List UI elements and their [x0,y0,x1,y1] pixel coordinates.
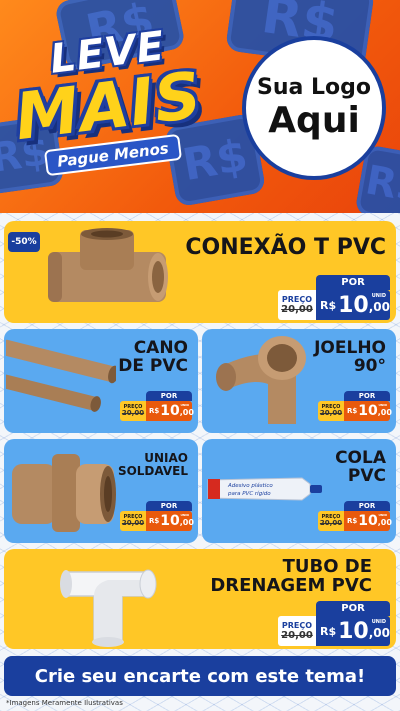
create-flyer-button[interactable]: Crie seu encarte com este tema! [4,656,396,696]
new-price-box: R$ 10 ,00 UNID [146,401,194,421]
currency: R$ [320,624,337,638]
price-integer: 10 [338,292,369,318]
promo-logo: LEVE MAIS Pague Menos [5,23,235,180]
old-price-box: PREÇO 20,00 [278,290,316,320]
pvc-union-icon [12,454,116,532]
product-title-line-2: PVC [347,465,386,486]
logo-line-2: Aqui [268,100,360,142]
por-label: POR [316,275,390,290]
old-price-box: PREÇO 20,00 [318,511,344,531]
unit-label: UNID [378,403,387,407]
product-title: TUBO DE DRENAGEM PVC [210,557,372,596]
product-title-line-2: DRENAGEM PVC [210,574,372,596]
product-title: CONEXÃO T PVC [185,235,386,260]
store-logo-placeholder: Sua Logo Aqui [242,36,386,180]
unit-label: UNID [371,293,386,299]
new-price-box: R$ 10 ,00 UNID [316,290,390,320]
product-title: CANO DE PVC [118,339,188,376]
unit-label: UNID [378,513,387,517]
por-label: POR [344,501,390,511]
price-cents: ,00 [179,518,194,527]
por-label: POR [344,391,390,401]
white-drain-tee-icon [60,569,157,647]
price-integer: 10 [358,513,378,529]
pvc-tee-connector-icon [48,228,168,302]
new-price-box: R$ 10 ,00 UNID [344,401,392,421]
old-price: 20,00 [121,518,145,527]
price-integer: 10 [160,513,180,529]
pvc-pipes-icon [6,339,116,412]
product-title-line-1: UNIAO [144,451,188,465]
pvc-elbow-icon [216,336,306,424]
price-tag: POR PREÇO 20,00 R$ 10 ,00 UNID [120,501,194,531]
tube-text-2: para PVC rígido [227,490,271,497]
por-label: POR [146,391,192,401]
pvc-glue-tube-icon: Adesivo plástico para PVC rígido [207,477,322,501]
product-title: JOELHO 90° [314,339,386,376]
product-title-line-2: SOLDAVEL [117,463,188,478]
currency: R$ [149,517,160,525]
old-price: 20,00 [121,408,145,417]
price-tag: POR PREÇO 20,00 R$ 10 ,00 UNID [120,391,194,421]
price-integer: 10 [160,403,180,419]
price-integer: 10 [338,618,369,644]
price-tag: POR PREÇO 20,00 R$ 10 ,00 UNID [318,391,392,421]
currency: R$ [347,407,358,415]
new-price-box: R$ 10 ,00 UNID [344,511,392,531]
preco-label: PREÇO [281,294,313,304]
price-tag: POR PREÇO 20,00 R$ 10 ,00 UNID [278,275,390,320]
header-banner: R$ R$ R$ R$ R$ LEVE MAIS Pague Menos Sua… [0,0,400,213]
product-title-line-2: 90° [353,355,386,376]
old-price: 20,00 [319,408,343,417]
unit-label: UNID [180,513,189,517]
old-price: 20,00 [319,518,343,527]
product-title: UNIAO SOLDAVEL [118,452,188,477]
disclaimer: *Imagens Meramente Ilustrativas [6,699,123,707]
old-price: 20,00 [281,629,313,641]
price-cents: ,00 [377,408,392,417]
logo-line-1: Sua Logo [256,75,371,100]
unit-label: UNID [371,619,386,625]
price-cents: ,00 [368,300,391,314]
old-price: 20,00 [281,303,313,315]
por-label: POR [146,501,192,511]
tube-text-1: Adesivo plástico [227,482,273,489]
price-integer: 10 [358,403,378,419]
currency: R$ [149,407,160,415]
price-cents: ,00 [377,518,392,527]
new-price-box: R$ 10 ,00 UNID [146,511,194,531]
old-price-box: PREÇO 20,00 [278,616,316,646]
discount-badge: -50% [8,232,40,252]
price-tag: POR PREÇO 20,00 R$ 10 ,00 UNID [318,501,392,531]
price-cents: ,00 [179,408,194,417]
price-cents: ,00 [368,626,391,640]
currency: R$ [320,298,337,312]
new-price-box: R$ 10 ,00 UNID [316,616,390,646]
price-tag: POR PREÇO 20,00 R$ 10 ,00 UNID [278,601,390,646]
preco-label: PREÇO [281,620,313,630]
old-price-box: PREÇO 20,00 [120,401,146,421]
product-title: COLA PVC [335,449,386,486]
unit-label: UNID [180,403,189,407]
product-title-line-2: DE PVC [118,355,188,376]
old-price-box: PREÇO 20,00 [120,511,146,531]
old-price-box: PREÇO 20,00 [318,401,344,421]
currency: R$ [347,517,358,525]
por-label: POR [316,601,390,616]
